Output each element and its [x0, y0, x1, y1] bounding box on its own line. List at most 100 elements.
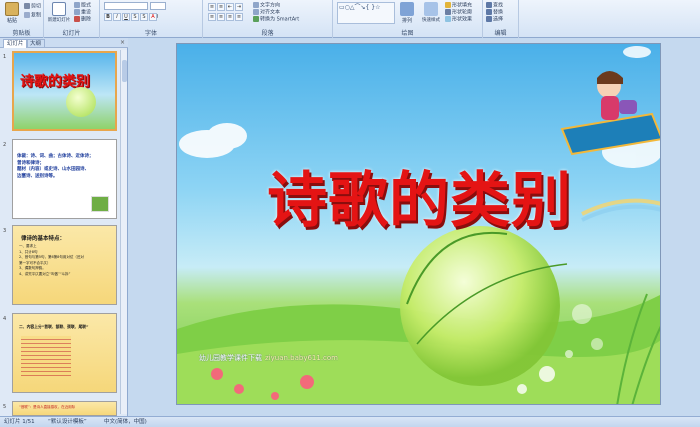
slide-panel: 幻灯片 大纲 × 1 诗歌的类别 2 体裁：诗、词、曲；古体诗、近体诗； 曾诗和…: [0, 38, 128, 416]
decrease-indent-button[interactable]: ⇤: [226, 3, 234, 11]
carpet-girl-illustration: [560, 71, 660, 156]
thumb-title: 二、内容上分“首联、颔联、颈联、尾联”: [19, 324, 89, 329]
slide-counter: 幻灯片 1/51: [4, 419, 35, 425]
slide-canvas[interactable]: 诗歌的类别 幼儿园教学课件下载 ziyuan.baby611.com: [176, 43, 661, 405]
smartart-button[interactable]: 转换为 SmartArt: [253, 16, 299, 23]
binoculars-icon: [486, 2, 492, 8]
thumb-text: “首联”：是诗人直接感叹，在近用际: [19, 405, 76, 409]
slide-thumb-2[interactable]: 体裁：诗、词、曲；古体诗、近体诗； 曾诗和律诗； 题材（内容）或史诗、山水田园诗…: [12, 139, 117, 219]
underline-button[interactable]: U: [122, 13, 130, 21]
align-center-button[interactable]: ≡: [217, 13, 225, 21]
thumb-highlight-block: [21, 336, 71, 376]
slides-group: 新建幻灯片 版式 重设 删除 幻灯片: [44, 0, 100, 38]
tab-outline[interactable]: 大纲: [26, 39, 46, 48]
align-right-button[interactable]: ≡: [226, 13, 234, 21]
editing-group: 查找 替换 选择 编辑: [483, 0, 519, 38]
align-left-button[interactable]: ≡: [208, 13, 216, 21]
font-color-button[interactable]: A: [149, 13, 157, 21]
text-direction-icon: [253, 2, 259, 8]
italic-button[interactable]: I: [113, 13, 121, 21]
close-icon[interactable]: ×: [120, 39, 125, 46]
font-name-combo[interactable]: [104, 2, 148, 10]
quick-styles-button[interactable]: 快速样式: [419, 2, 443, 26]
ribbon: 粘贴 剪切 复制 剪贴板 新建幻灯片 版式 重设 删除 幻灯片 20 B I U…: [0, 0, 700, 38]
justify-button[interactable]: ≡: [235, 13, 243, 21]
paste-icon: [5, 2, 19, 16]
fill-bucket-icon: [445, 2, 451, 8]
tab-slides[interactable]: 幻灯片: [3, 39, 28, 48]
arrange-icon: [400, 2, 414, 16]
drawing-group-label: 绘图: [401, 30, 414, 37]
align-row: ≡ ≡ ≡ ≡: [208, 13, 243, 21]
green-bubble: [400, 226, 560, 386]
panel-tabs: 幻灯片 大纲 ×: [0, 38, 128, 48]
thumb-image: [91, 196, 109, 212]
align-text-icon: [253, 9, 259, 15]
align-text-button[interactable]: 对齐文本: [253, 9, 280, 16]
layout-icon: [74, 2, 80, 8]
thumb-number: 5: [3, 404, 7, 410]
clipboard-group: 粘贴 剪切 复制 剪贴板: [0, 0, 44, 38]
smartart-icon: [253, 16, 259, 22]
paragraph-group-label: 段落: [261, 30, 274, 37]
cut-button[interactable]: 剪切: [24, 3, 41, 10]
footer-url: ziyuan.baby611.com: [265, 354, 339, 362]
text-direction-button[interactable]: 文字方向: [253, 2, 280, 9]
font-format-row: B I U S S A: [104, 13, 157, 21]
scrollbar-thumb[interactable]: [122, 60, 127, 82]
font-size-combo[interactable]: 20: [150, 2, 166, 20]
reset-button[interactable]: 重设: [74, 9, 91, 16]
thumb-number: 4: [3, 316, 7, 322]
thumb-title: 律诗的基本特点：: [21, 236, 66, 242]
delete-button[interactable]: 删除: [74, 16, 91, 23]
new-slide-icon: [52, 2, 66, 16]
strikethrough-button[interactable]: S: [131, 13, 139, 21]
editing-group-label: 编辑: [494, 30, 507, 37]
layout-button[interactable]: 版式: [74, 2, 91, 9]
find-button[interactable]: 查找: [486, 2, 503, 9]
slides-group-label: 幻灯片: [62, 30, 81, 37]
increase-indent-button[interactable]: ⇥: [235, 3, 243, 11]
shape-outline-button[interactable]: 形状轮廓: [445, 9, 472, 16]
new-slide-button[interactable]: 新建幻灯片: [47, 2, 71, 26]
bullets-button[interactable]: ≡: [208, 3, 216, 11]
thumb-number: 2: [3, 142, 7, 148]
numbering-button[interactable]: ≡: [217, 3, 225, 11]
shape-effects-button[interactable]: 形状效果: [445, 16, 472, 23]
slide-thumb-5[interactable]: “首联”：是诗人直接感叹，在近用际: [12, 401, 117, 416]
replace-button[interactable]: 替换: [486, 9, 503, 16]
quick-styles-icon: [424, 2, 438, 16]
scissors-icon: [24, 3, 30, 9]
panel-scrollbar[interactable]: [120, 50, 127, 414]
effects-icon: [445, 16, 451, 22]
language-indicator[interactable]: 中文(简体，中国): [104, 419, 147, 426]
clipboard-group-label: 剪贴板: [12, 30, 31, 37]
cursor-icon: [486, 16, 492, 22]
cloud-small: [623, 46, 651, 58]
font-group-label: 字体: [144, 30, 157, 37]
slide-thumb-1[interactable]: 诗歌的类别: [12, 51, 117, 131]
paste-button[interactable]: 粘贴: [2, 2, 22, 26]
reset-icon: [74, 9, 80, 15]
status-bar: 幻灯片 1/51 “默认设计模板” 中文(简体，中国): [0, 416, 700, 427]
thumb-text: 体裁：诗、词、曲；古体诗、近体诗； 曾诗和律诗； 题材（内容）或史诗、山水田园诗…: [17, 154, 94, 179]
theme-name: “默认设计模板”: [48, 419, 87, 425]
arrange-button[interactable]: 排列: [397, 2, 417, 26]
copy-icon: [24, 12, 30, 18]
pen-icon: [445, 9, 451, 15]
shapes-gallery[interactable]: ▭○△⌒↘{ }☆: [337, 2, 395, 24]
thumb-number: 1: [3, 54, 7, 60]
shape-fill-button[interactable]: 形状填充: [445, 2, 472, 9]
slide-thumb-3[interactable]: 律诗的基本特点： 一、要求上 1、共计8句 2、首句与第5句，第6第8句用对仗（…: [12, 225, 117, 305]
slide-thumb-4[interactable]: 二、内容上分“首联、颔联、颈联、尾联”: [12, 313, 117, 393]
thumb-text: 一、要求上 1、共计8句 2、首句与第5句，第6第8句用对仗（还对 第一字可不合…: [19, 244, 84, 276]
paragraph-group: ≡ ≡ ⇤ ⇥ ≡ ≡ ≡ ≡ 文字方向 对齐文本 转换为 SmartArt 段…: [203, 0, 333, 38]
select-button[interactable]: 选择: [486, 16, 503, 23]
slide-title[interactable]: 诗歌的类别: [177, 152, 660, 239]
shadow-button[interactable]: S: [140, 13, 148, 21]
thumb-number: 3: [3, 228, 7, 234]
copy-button[interactable]: 复制: [24, 12, 41, 19]
replace-icon: [486, 9, 492, 15]
drawing-group: ▭○△⌒↘{ }☆ 排列 快速样式 形状填充 形状轮廓 形状效果 绘图: [333, 0, 483, 38]
bold-button[interactable]: B: [104, 13, 112, 21]
